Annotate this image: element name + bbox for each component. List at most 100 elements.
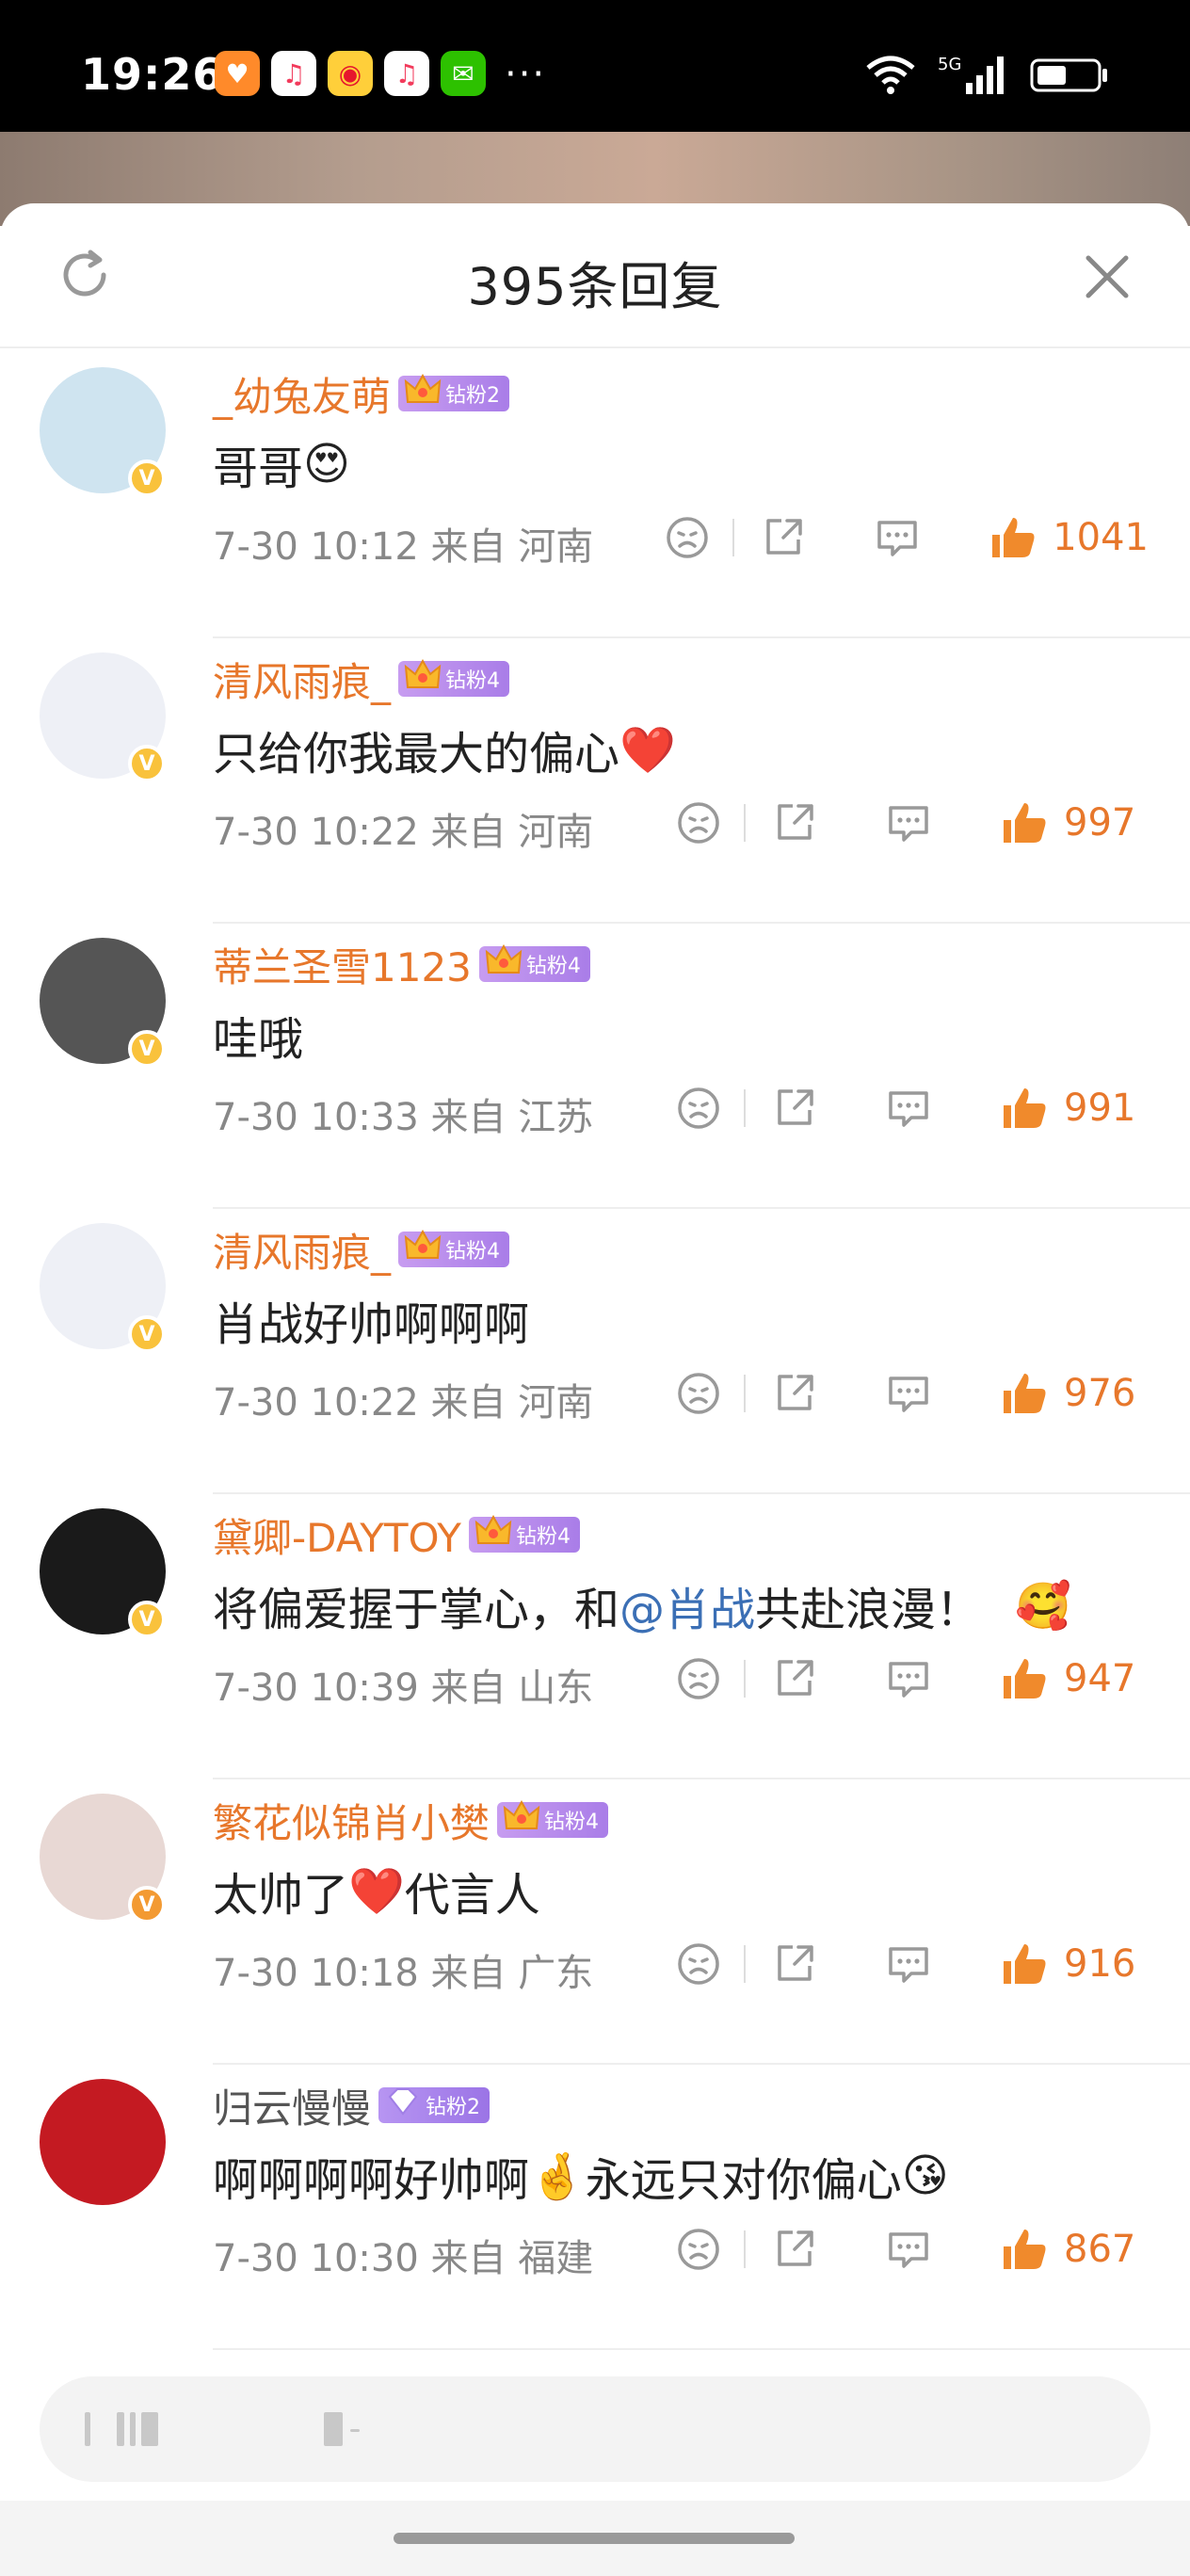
name-row: 清风雨痕_ 钻粉4 [213,651,510,708]
comment-icon[interactable] [885,800,932,845]
row-divider [213,1778,1190,1779]
sheet-title: 395条回复 [467,257,723,316]
dislike-icon[interactable] [676,1371,721,1416]
emoji-icon: ❤️ [619,723,676,777]
username[interactable]: 清风雨痕_ [213,651,391,708]
comment-icon[interactable] [885,2227,932,2272]
like-count: 997 [1064,801,1136,845]
comment-actions: 947 [676,1650,1149,1708]
like-icon[interactable] [1000,2226,1049,2273]
like-icon[interactable] [989,514,1037,561]
like-icon[interactable] [1000,1655,1049,1702]
dislike-icon[interactable] [676,1086,721,1131]
emoji-icon: 😘 [901,2149,949,2202]
fan-badge-label: 钻粉4 [445,1240,501,1264]
name-row: 归云慢慢 钻粉2 [213,2079,490,2132]
battery-icon [1030,56,1109,94]
crown-icon [404,1229,442,1259]
comment-item: V 黛卿-DAYTOY 钻粉4 将偏爱握于掌心，和 @肖战 共赴浪漫！ 🥰 7-30 10:… [0,1495,1190,1779]
like-icon[interactable] [1000,1085,1049,1132]
comment-text: 哥哥 😍 [213,431,350,497]
mention-link[interactable]: @肖战 [619,1572,755,1638]
status-time: 19:26 [81,49,224,100]
share-icon[interactable] [772,800,817,845]
share-icon[interactable] [772,2227,817,2272]
row-divider [213,1207,1190,1209]
comment-icon[interactable] [885,1941,932,1987]
comment-meta: 7-30 10:39 来自 山东 [213,1666,594,1710]
username[interactable]: 繁花似锦肖小樊 [213,1792,490,1849]
avatar[interactable] [40,2079,166,2205]
row-divider [213,922,1190,924]
username[interactable]: 蒂兰圣雪1123 [213,936,472,993]
hand-emoji-icon: 🤞 [529,2149,586,2203]
like-count: 947 [1064,1657,1136,1700]
username[interactable]: 清风雨痕_ [213,1221,391,1279]
comment-text: 哇哦 [213,1002,303,1068]
username[interactable]: 归云慢慢 [213,2077,371,2134]
comment-body: 永远只对你偏心 [585,2154,902,2207]
input-placeholder-blur [85,2412,90,2446]
comment-item: V 蒂兰圣雪1123 钻粉4 哇哦 7-30 10:33 来自 江苏 991 [0,925,1190,1209]
heart-emoji-icon: ❤️ [348,1864,405,1918]
share-icon[interactable] [772,1371,817,1416]
comment-icon[interactable] [885,1371,932,1416]
fan-badge-label: 钻粉4 [445,669,501,693]
dislike-icon[interactable] [676,1656,721,1701]
input-placeholder-blur [324,2412,343,2446]
comment-text: 只给你我最大的偏心 ❤️ [213,716,676,782]
comment-icon[interactable] [885,1656,932,1701]
share-icon[interactable] [761,515,806,560]
comment-icon[interactable] [885,1086,932,1131]
comment-icon[interactable] [874,515,921,560]
crown-icon [404,373,442,403]
dislike-icon[interactable] [676,800,721,845]
like-icon[interactable] [1000,1370,1049,1417]
dislike-icon[interactable] [676,1941,721,1987]
like-icon[interactable] [1000,799,1049,846]
input-placeholder-blur [141,2412,158,2446]
status-right: 5G [864,53,1109,98]
action-separator [744,1945,746,1983]
crown-icon [485,943,523,974]
comment-actions: 1041 [665,508,1149,567]
action-separator [732,519,735,556]
status-more-icon: ··· [505,53,547,96]
username[interactable]: _幼兔友萌 [213,365,391,423]
like-icon[interactable] [1000,1940,1049,1988]
comment-item: 归云慢慢 钻粉2 啊啊啊啊好帅啊 🤞 永远只对你偏心 😘 7-30 10:30 来自 福建 8… [0,2066,1190,2350]
row-divider [213,2063,1190,2065]
comment-meta: 7-30 10:30 来自 福建 [213,2237,594,2280]
home-indicator[interactable] [394,2533,795,2544]
share-icon[interactable] [772,1941,817,1987]
emoji-icon: 🥰 [1015,1579,1071,1633]
row-divider [213,2348,1190,2350]
crown-icon [474,1514,512,1544]
share-icon[interactable] [772,1086,817,1131]
name-row: _幼兔友萌 钻粉2 [213,365,510,423]
close-icon[interactable] [1079,249,1135,305]
fan-badge: 钻粉4 [398,1229,510,1267]
name-row: 蒂兰圣雪1123 钻粉4 [213,938,590,990]
fan-badge: 钻粉4 [497,1799,609,1838]
fan-badge: 钻粉4 [398,658,510,697]
comment-body: 太帅了 [213,1869,349,1922]
comment-meta: 7-30 10:33 来自 江苏 [213,1096,594,1139]
music-app-2-icon: ♫ [384,51,429,96]
input-placeholder-blur [130,2412,136,2446]
comment-actions: 976 [676,1364,1149,1423]
dislike-icon[interactable] [665,515,710,560]
fan-badge-label: 钻粉2 [445,384,501,408]
comment-body: 只给你我最大的偏心 [213,728,620,781]
action-separator [744,804,746,842]
reply-input[interactable] [40,2376,1150,2482]
dislike-icon[interactable] [676,2227,721,2272]
like-count: 867 [1064,2228,1136,2271]
comment-body: 肖战好帅啊啊啊 [213,1298,530,1351]
verified-badge-icon: V [128,459,166,497]
username[interactable]: 黛卿-DAYTOY [213,1506,461,1564]
row-divider [213,636,1190,638]
share-icon[interactable] [772,1656,817,1701]
action-separator [744,1375,746,1412]
wechat-app-icon: ✉ [441,51,486,96]
